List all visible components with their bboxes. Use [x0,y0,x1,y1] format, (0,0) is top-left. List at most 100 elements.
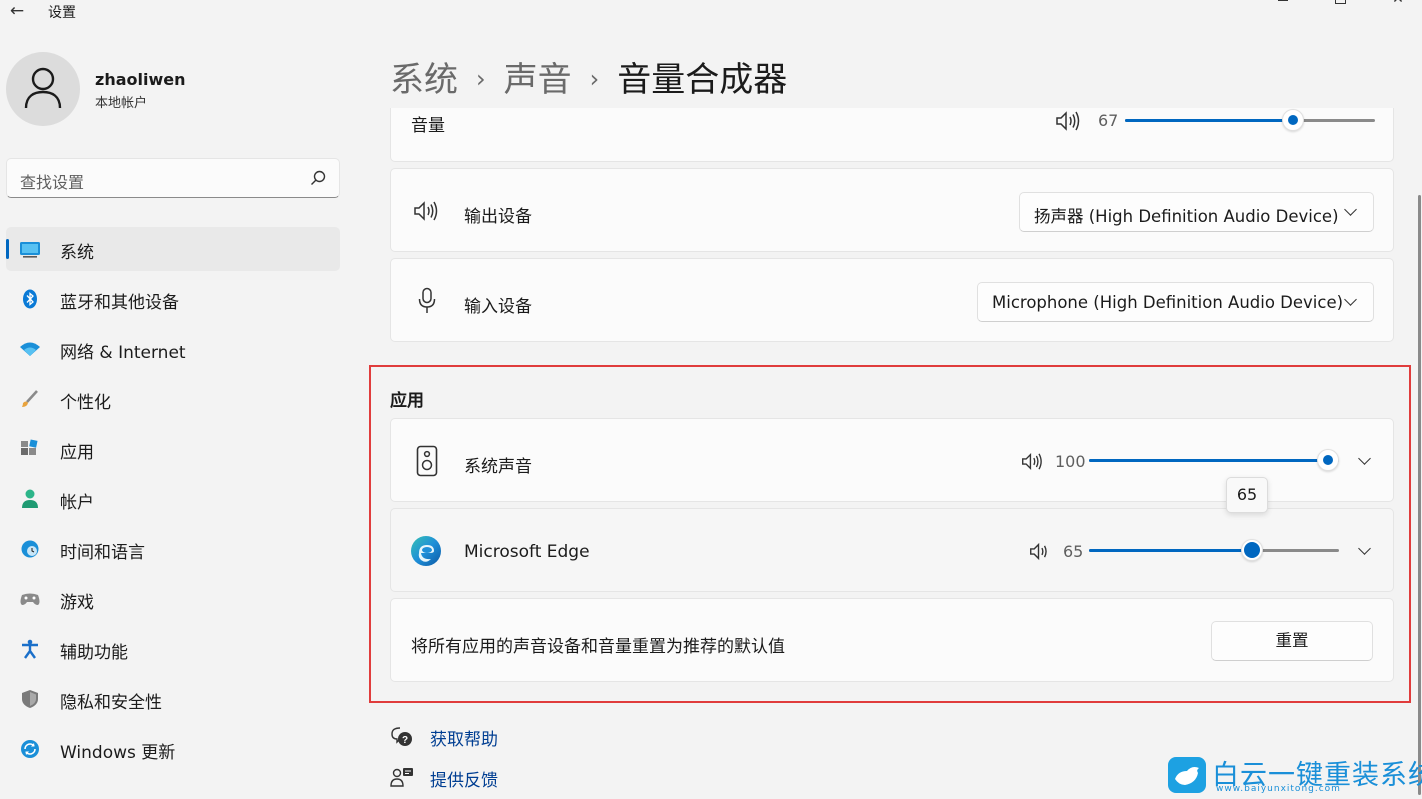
edge-icon [410,535,442,567]
update-icon [19,739,41,759]
output-device-dropdown[interactable]: 扬声器 (High Definition Audio Device) [1019,192,1374,232]
output-device-label: 输出设备 [464,202,532,227]
sidebar-item-accounts[interactable]: 帐户 [6,477,340,521]
app-volume-slider-thumb[interactable] [1241,539,1263,561]
svg-text:?: ? [402,735,408,746]
app-name: 系统声音 [464,452,532,477]
user-name: zhaoliwen [95,70,185,89]
sidebar-item-label: Windows 更新 [60,738,175,763]
reset-card: 将所有应用的声音设备和音量重置为推荐的默认值 重置 [390,598,1394,682]
input-device-dropdown[interactable]: Microphone (High Definition Audio Device… [977,282,1374,322]
master-volume-label: 音量 [411,111,445,136]
search-input[interactable]: 查找设置 [6,158,340,198]
title-bar: ← 设置 ✕ [0,0,1422,24]
avatar[interactable] [6,52,80,126]
apps-section-title: 应用 [390,386,424,411]
sidebar-item-privacy[interactable]: 隐私和安全性 [6,677,340,721]
system-icon [19,239,41,259]
volume-tooltip: 65 [1226,477,1268,513]
master-volume-slider-fill [1125,119,1293,122]
sidebar-item-bluetooth[interactable]: 蓝牙和其他设备 [6,277,340,321]
sidebar-item-gaming[interactable]: 游戏 [6,577,340,621]
sidebar-item-label: 隐私和安全性 [60,688,162,713]
master-volume-slider[interactable] [1125,119,1375,122]
sidebar-item-personalization[interactable]: 个性化 [6,377,340,421]
breadcrumb-sound[interactable]: 声音 [504,60,572,100]
wifi-icon [19,339,41,359]
sidebar-item-label: 游戏 [60,588,94,613]
volume-icon[interactable] [1021,452,1045,471]
volume-icon[interactable] [1055,110,1083,132]
app-name: Microsoft Edge [464,542,590,562]
input-device-selected: Microphone (High Definition Audio Device… [992,293,1343,312]
feedback-icon [390,767,414,789]
sidebar-item-label: 时间和语言 [60,538,145,563]
brush-icon [19,389,41,409]
bluetooth-icon [19,289,41,309]
sidebar-item-accessibility[interactable]: 辅助功能 [6,627,340,671]
master-volume-card: 音量 67 [390,108,1394,162]
breadcrumb-system[interactable]: 系统 [390,60,458,100]
sidebar-item-label: 蓝牙和其他设备 [60,288,179,313]
master-volume-value: 67 [1098,111,1118,130]
app-volume-slider-fill [1089,459,1339,462]
app-volume-value: 65 [1063,542,1083,561]
back-arrow-icon[interactable]: ← [6,0,28,22]
window-title: 设置 [48,2,76,22]
input-device-card: 输入设备 Microphone (High Definition Audio D… [390,258,1394,342]
sidebar: zhaoliwen 本地帐户 查找设置 系统 蓝牙和其他设备 [0,24,350,799]
user-icon [23,66,63,110]
sidebar-item-system[interactable]: 系统 [6,227,340,271]
reset-description: 将所有应用的声音设备和音量重置为推荐的默认值 [411,632,785,657]
chevron-down-icon[interactable] [1358,452,1371,465]
sidebar-item-label: 系统 [60,238,94,263]
sidebar-item-windows-update[interactable]: Windows 更新 [6,727,340,771]
app-volume-slider-thumb[interactable] [1317,449,1339,471]
breadcrumb: 系统›声音›音量合成器 [390,52,787,98]
microphone-icon [417,287,437,315]
sidebar-item-label: 网络 & Internet [60,338,186,363]
sidebar-nav: 系统 蓝牙和其他设备 网络 & Internet 个性化 [6,227,340,777]
app-volume-slider[interactable] [1089,459,1339,462]
sidebar-item-label: 个性化 [60,388,111,413]
sidebar-item-label: 辅助功能 [60,638,128,663]
output-device-selected: 扬声器 (High Definition Audio Device) [1034,203,1339,227]
close-button[interactable]: ✕ [1388,0,1408,8]
minimize-button[interactable] [1274,0,1294,8]
page-title: 音量合成器 [617,60,787,100]
search-placeholder: 查找设置 [20,169,84,193]
gamepad-icon [19,589,41,609]
watermark-url: www.baiyunxitong.com [1216,784,1341,794]
app-volume-slider[interactable] [1089,549,1339,552]
maximize-button[interactable] [1330,0,1350,8]
time-language-icon [19,539,41,559]
master-volume-slider-thumb[interactable] [1282,109,1304,131]
apps-icon [19,439,41,459]
scrollbar[interactable] [1418,195,1421,795]
account-type: 本地帐户 [95,92,147,111]
watermark: 白云一键重装系统 www.baiyunxitong.com [1168,755,1418,795]
speaker-icon [413,200,441,222]
volume-icon[interactable] [1029,542,1048,561]
search-icon[interactable] [309,169,327,187]
sidebar-item-time-language[interactable]: 时间和语言 [6,527,340,571]
feedback-label[interactable]: 提供反馈 [430,766,498,791]
chevron-down-icon[interactable] [1358,542,1371,555]
sidebar-item-apps[interactable]: 应用 [6,427,340,471]
input-device-label: 输入设备 [464,292,532,317]
sidebar-item-label: 应用 [60,438,94,463]
sidebar-item-network[interactable]: 网络 & Internet [6,327,340,371]
account-icon [19,489,41,509]
accessibility-icon [19,639,41,659]
sidebar-item-label: 帐户 [60,488,94,513]
get-help-label[interactable]: 获取帮助 [430,725,498,750]
speaker-box-icon [416,445,438,477]
app-volume-slider-fill [1089,549,1252,552]
bird-logo-icon [1168,757,1206,793]
reset-button[interactable]: 重置 [1211,621,1373,661]
shield-icon [19,689,41,709]
breadcrumb-separator: › [590,65,600,93]
app-volume-value: 100 [1055,452,1086,471]
chevron-down-icon [1344,293,1357,306]
app-row-microsoft-edge: Microsoft Edge 65 [390,508,1394,592]
